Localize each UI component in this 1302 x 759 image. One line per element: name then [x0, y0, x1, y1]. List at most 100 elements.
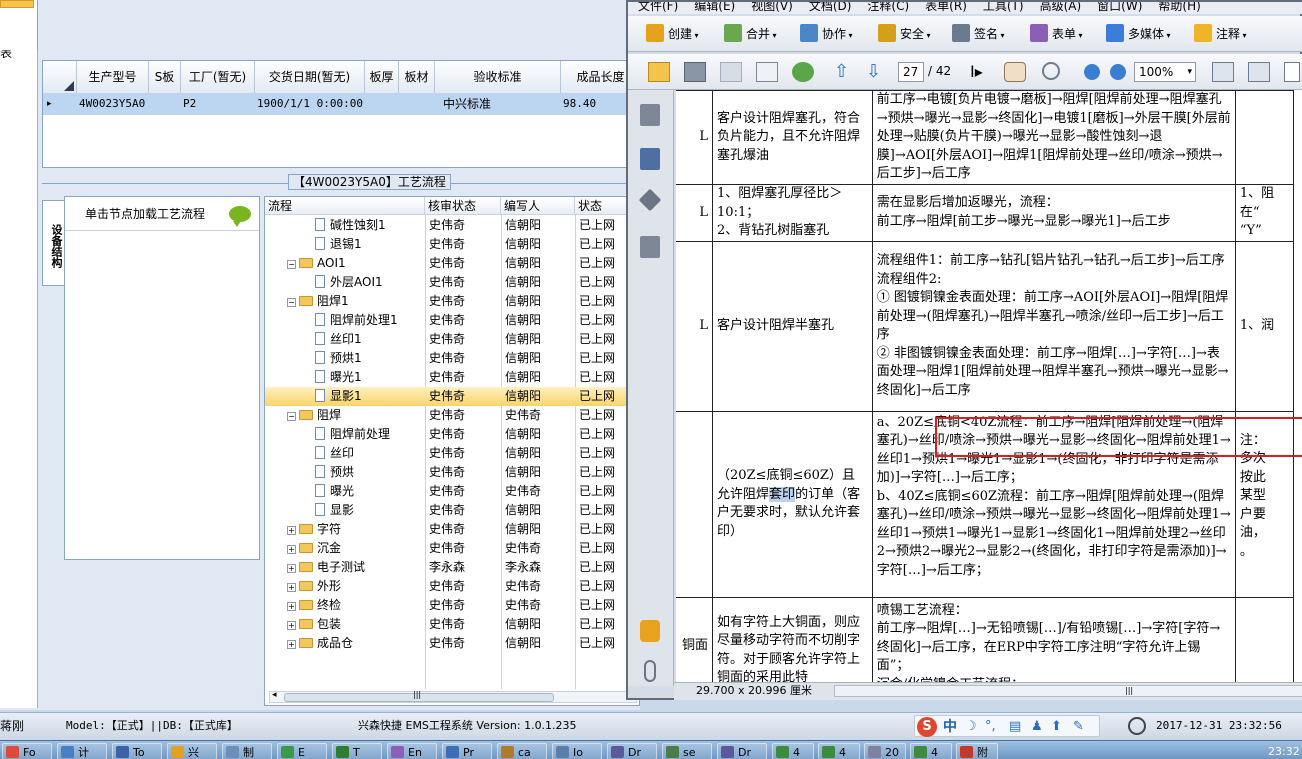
col-header-model[interactable]: 生产型号 [77, 61, 149, 93]
search-highlight[interactable]: 套印 [769, 486, 796, 502]
menu-item[interactable]: 帮助(H) [1158, 2, 1200, 13]
skin-icon[interactable]: ⬆ [1051, 716, 1062, 738]
tree-row[interactable]: 外层AOI1 史伟奇 信朝阳 已上网 [265, 273, 641, 292]
fit-width-icon[interactable] [1212, 62, 1234, 82]
tree-row[interactable]: 退锡1 史伟奇 信朝阳 已上网 [265, 235, 641, 254]
task-button-6[interactable]: 表单 ▾ [1030, 22, 1083, 46]
expand-icon[interactable]: + [287, 564, 296, 573]
tree-row[interactable]: + 电子测试 李永森 李永森 已上网 [265, 558, 641, 577]
print-icon[interactable] [684, 62, 706, 82]
tree-horizontal-scrollbar[interactable]: ◂ ||| [269, 690, 637, 703]
tree-row[interactable]: 显影 史伟奇 信朝阳 已上网 [265, 501, 641, 520]
tree-row[interactable]: 丝印1 史伟奇 信朝阳 已上网 [265, 330, 641, 349]
page-number-input[interactable]: 27 [898, 62, 924, 82]
grid-corner[interactable] [43, 61, 77, 93]
taskbar-button[interactable]: 4 [910, 743, 952, 759]
menu-item[interactable]: 文档(D) [809, 2, 852, 13]
expand-icon[interactable]: + [287, 640, 296, 649]
tree-row[interactable]: − AOI1 史伟奇 信朝阳 已上网 [265, 254, 641, 273]
task-button-2[interactable]: 合并 ▾ [724, 22, 777, 46]
zoom-level-select[interactable]: 100% ▾ [1134, 62, 1196, 82]
fit-page-icon[interactable] [1248, 62, 1270, 82]
signatures-icon[interactable] [640, 236, 660, 258]
tree-row[interactable]: − 阻焊1 史伟奇 信朝阳 已上网 [265, 292, 641, 311]
tools-icon[interactable]: ✎ [1073, 716, 1084, 738]
user-icon[interactable]: ♟ [1031, 716, 1043, 738]
scroll-thumb[interactable]: ||| [284, 690, 554, 702]
zoom-in-icon[interactable] [1110, 64, 1126, 80]
col-header-factory[interactable]: 工厂(暂无) [181, 61, 255, 93]
tree-col-process[interactable]: 流程 [265, 197, 425, 215]
menu-item[interactable]: 表单(R) [925, 2, 967, 13]
taskbar-button[interactable]: T [332, 743, 382, 759]
taskbar-button[interactable]: Pr [442, 743, 492, 759]
punctuation-icon[interactable]: °, [985, 716, 996, 738]
taskbar-button[interactable]: 兴 [167, 743, 217, 759]
next-page-icon[interactable]: ⇩ [866, 62, 881, 82]
tree-row[interactable]: + 成品仓 史伟奇 信朝阳 已上网 [265, 634, 641, 653]
collapse-icon[interactable]: − [287, 260, 296, 269]
pdf-horizontal-scrollbar[interactable]: ||| [834, 685, 1302, 697]
zoom-tool-icon[interactable] [1042, 62, 1060, 80]
task-button-5[interactable]: 签名 ▾ [952, 22, 1005, 46]
col-header-thickness[interactable]: 板厚 [365, 61, 399, 93]
tree-row[interactable]: + 外形 史伟奇 史伟奇 已上网 [265, 577, 641, 596]
tab-equipment-structure[interactable]: 设备结构 [42, 200, 64, 286]
taskbar-button[interactable]: E [277, 743, 327, 759]
task-button-3[interactable]: 协作 ▾ [800, 22, 853, 46]
grid-row[interactable]: ▸ 4W0023Y5A0 P2 1900/1/1 0:00:00 中兴标准 98… [43, 93, 641, 115]
annotation-rectangle[interactable] [935, 417, 1302, 457]
tree-row[interactable]: 预烘1 史伟奇 信朝阳 已上网 [265, 349, 641, 368]
keyboard-icon[interactable]: ▤ [1009, 716, 1021, 738]
email-icon[interactable] [756, 62, 778, 82]
tree-row[interactable]: + 包装 史伟奇 信朝阳 已上网 [265, 615, 641, 634]
hand-tool-icon[interactable] [1004, 62, 1026, 82]
taskbar-button[interactable]: 制 [222, 743, 272, 759]
tree-row[interactable]: − 阻焊 史伟奇 史伟奇 已上网 [265, 406, 641, 425]
col-header-delivery-date[interactable]: 交货日期(暂无) [255, 61, 365, 93]
tree-row[interactable]: + 字符 史伟奇 信朝阳 已上网 [265, 520, 641, 539]
text-select-icon[interactable]: I▸ [970, 62, 983, 82]
collapse-icon[interactable]: − [287, 412, 296, 421]
menu-item[interactable]: 窗口(W) [1097, 2, 1142, 13]
save-icon[interactable] [720, 62, 742, 82]
taskbar-button[interactable]: Dr [607, 743, 657, 759]
taskbar-button[interactable]: Io [552, 743, 602, 759]
speech-bubble-icon[interactable] [229, 206, 251, 227]
pages-icon[interactable] [640, 104, 660, 126]
tree-col-writer[interactable]: 编写人 [501, 197, 575, 215]
taskbar-button[interactable]: 20 [864, 743, 906, 759]
bookmarks-icon[interactable] [640, 148, 660, 170]
col-header-standard[interactable]: 验收标准 [435, 61, 561, 93]
taskbar-button[interactable]: ca [497, 743, 547, 759]
menu-item[interactable]: 工具(T) [983, 2, 1024, 13]
col-header-s-board[interactable]: S板 [149, 61, 181, 93]
layers-icon[interactable] [638, 188, 662, 212]
collapse-icon[interactable]: − [287, 298, 296, 307]
tree-col-review-status[interactable]: 核审状态 [425, 197, 501, 215]
tree-row[interactable]: 阻焊前处理1 史伟奇 信朝阳 已上网 [265, 311, 641, 330]
taskbar-button[interactable]: Fo [2, 743, 52, 759]
zoom-out-icon[interactable] [1084, 64, 1100, 80]
expand-icon[interactable]: + [287, 621, 296, 630]
tree-row[interactable]: + 终检 史伟奇 史伟奇 已上网 [265, 596, 641, 615]
tree-row[interactable]: 阻焊前处理 史伟奇 信朝阳 已上网 [265, 425, 641, 444]
expand-icon[interactable]: + [287, 602, 296, 611]
task-button-7[interactable]: 多媒体 ▾ [1106, 22, 1171, 46]
open-folder-icon[interactable] [648, 62, 670, 82]
taskbar-button[interactable]: En [387, 743, 437, 759]
taskbar-button[interactable]: To [112, 743, 162, 759]
expand-icon[interactable]: + [287, 583, 296, 592]
menu-item[interactable]: 注释(C) [867, 2, 909, 13]
task-button-8[interactable]: 注释 ▾ [1194, 22, 1247, 46]
sogou-logo-icon[interactable]: S [917, 717, 937, 737]
taskbar-clock[interactable]: 23:32 [1268, 743, 1300, 759]
nav-selected-item[interactable] [0, 0, 34, 8]
taskbar-button[interactable]: 4 [818, 743, 860, 759]
tree-row[interactable]: 预烘 史伟奇 信朝阳 已上网 [265, 463, 641, 482]
tree-row[interactable]: 丝印 史伟奇 信朝阳 已上网 [265, 444, 641, 463]
prev-page-icon[interactable]: ⇧ [834, 62, 849, 82]
reading-mode-icon[interactable] [1284, 62, 1300, 82]
taskbar-button[interactable]: Dr [717, 743, 767, 759]
taskbar-button[interactable]: 计 [57, 743, 107, 759]
